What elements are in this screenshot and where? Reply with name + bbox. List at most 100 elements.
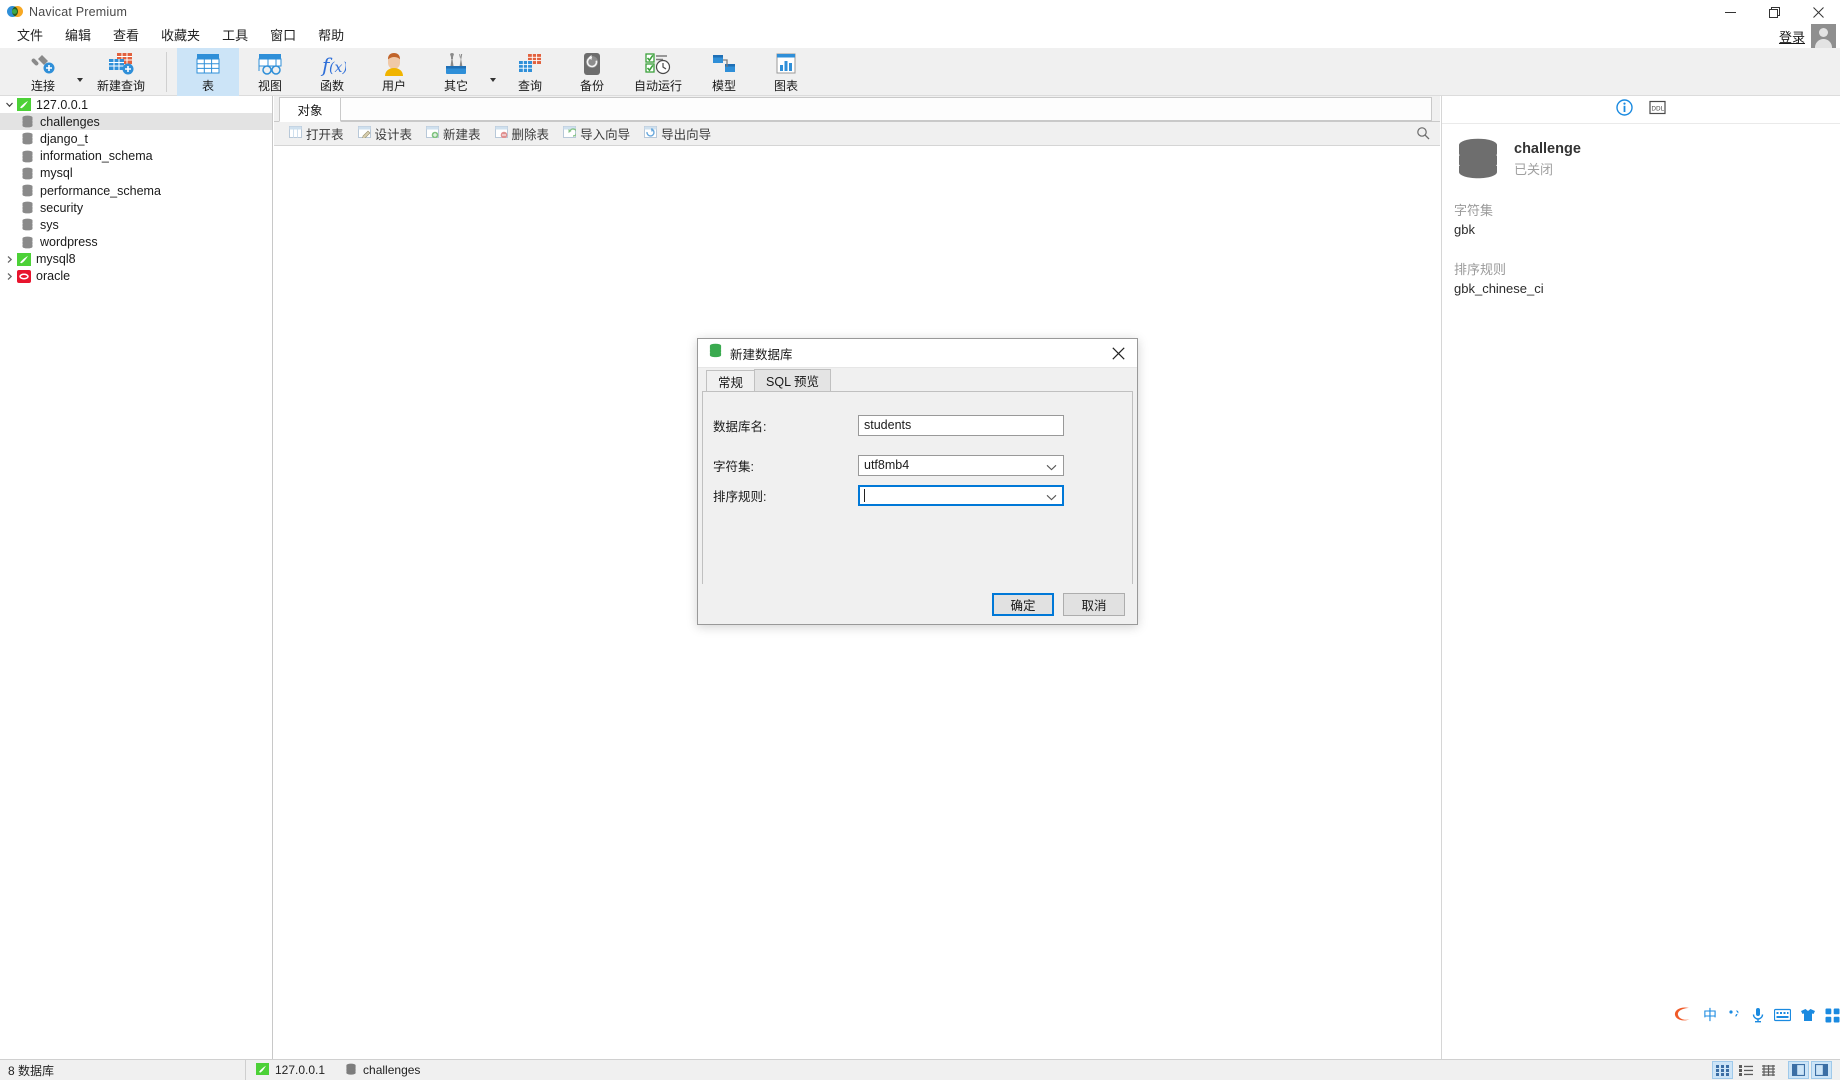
tree-database-sys[interactable]: sys	[0, 216, 272, 233]
list-view-icon[interactable]	[1735, 1061, 1756, 1079]
status-database-label: challenges	[363, 1063, 421, 1077]
tree-database-django-t[interactable]: django_t	[0, 130, 272, 147]
ribbon-label-user: 用户	[381, 79, 406, 93]
dialog-tab-general[interactable]: 常规	[706, 370, 756, 392]
voice-input-icon[interactable]	[1751, 1007, 1765, 1023]
menu-edit[interactable]: 编辑	[54, 25, 102, 47]
chevron-right-icon[interactable]	[2, 272, 16, 281]
connection-tree-sidebar[interactable]: 127.0.0.1 challenges django_t informatio…	[0, 96, 273, 1059]
search-icon[interactable]	[1416, 126, 1430, 145]
ribbon-button-function[interactable]: f (x) 函数	[301, 48, 363, 96]
collation-select[interactable]	[858, 484, 1064, 506]
info-panel-status: 已关闭	[1514, 161, 1554, 177]
menu-window[interactable]: 窗口	[259, 25, 307, 47]
ribbon-label-table: 表	[201, 79, 214, 93]
other-dropdown-caret-icon[interactable]	[487, 48, 499, 96]
tree-connection-oracle[interactable]: oracle	[0, 268, 272, 285]
chevron-right-icon[interactable]	[2, 255, 16, 264]
ribbon-button-connection[interactable]: 连接	[12, 48, 74, 96]
punctuation-icon[interactable]	[1728, 1007, 1742, 1023]
menu-favorites[interactable]: 收藏夹	[150, 25, 211, 47]
tree-label: wordpress	[40, 235, 98, 250]
ribbon-button-table[interactable]: 表	[177, 48, 239, 96]
chinese-mode-icon[interactable]: 中	[1703, 1007, 1719, 1023]
ribbon-label-function: 函数	[319, 79, 344, 93]
ribbon-button-view[interactable]: 视图	[239, 48, 301, 96]
import-wizard-button[interactable]: 导入向导	[556, 122, 637, 145]
grid-view-icon[interactable]	[1712, 1061, 1733, 1079]
database-name-input[interactable]: students	[858, 414, 1064, 436]
menu-tools[interactable]: 工具	[211, 25, 259, 47]
info-panel: DDL challenge 已关闭 字符集 gbk 排序规则 gbk_chine…	[1441, 96, 1840, 1059]
tree-database-challenges[interactable]: challenges	[0, 113, 272, 131]
status-connection: 127.0.0.1	[246, 1060, 335, 1080]
tab-objects[interactable]: 对象	[279, 97, 341, 122]
close-icon[interactable]	[1099, 339, 1137, 367]
menu-file[interactable]: 文件	[6, 25, 54, 47]
design-table-button[interactable]: 设计表	[351, 122, 420, 145]
sogou-logo-icon[interactable]	[1672, 1005, 1694, 1025]
delete-table-button[interactable]: 删除表	[488, 122, 557, 145]
dialog-tab-sql-preview[interactable]: SQL 预览	[754, 369, 832, 391]
tree-database-security[interactable]: security	[0, 199, 272, 216]
skin-icon[interactable]	[1800, 1008, 1816, 1022]
open-table-button[interactable]: 打开表	[282, 122, 351, 145]
close-button[interactable]	[1796, 0, 1840, 24]
detail-view-icon[interactable]	[1758, 1061, 1779, 1079]
user-icon	[380, 50, 408, 78]
ribbon-button-query[interactable]: 查询	[499, 48, 561, 96]
mysql-connection-icon	[16, 252, 31, 266]
right-pane-toggle-icon[interactable]	[1811, 1061, 1832, 1079]
ribbon-label-connection: 连接	[30, 79, 55, 93]
menu-view[interactable]: 查看	[102, 25, 150, 47]
login-link[interactable]: 登录	[1779, 27, 1805, 46]
tree-database-information-schema[interactable]: information_schema	[0, 148, 272, 165]
left-pane-toggle-icon[interactable]	[1788, 1061, 1809, 1079]
delete-table-icon	[494, 126, 508, 141]
info-panel-title: challenge	[1514, 140, 1581, 157]
connection-dropdown-caret-icon[interactable]	[74, 48, 86, 96]
ribbon-button-new-query[interactable]: 新建查询	[86, 48, 156, 96]
menu-help[interactable]: 帮助	[307, 25, 355, 47]
function-icon: f (x)	[318, 50, 346, 78]
tree-label: sys	[40, 217, 59, 232]
ribbon-button-backup[interactable]: 备份	[561, 48, 623, 96]
database-icon	[1454, 138, 1502, 180]
minimize-button[interactable]	[1708, 0, 1752, 24]
ribbon-button-model[interactable]: 模型	[693, 48, 755, 96]
app-logo-icon	[7, 4, 23, 20]
ribbon-button-chart[interactable]: 图表	[755, 48, 817, 96]
info-icon[interactable]	[1616, 98, 1633, 121]
dialog-title: 新建数据库	[730, 347, 793, 362]
charset-select[interactable]: utf8mb4	[858, 454, 1064, 476]
ok-button[interactable]: 确定	[992, 592, 1054, 616]
ribbon-button-automation[interactable]: 自动运行	[623, 48, 693, 96]
ribbon-button-other[interactable]: 其它	[425, 48, 487, 96]
tree-database-mysql[interactable]: mysql	[0, 165, 272, 182]
ribbon-separator	[166, 52, 167, 92]
avatar[interactable]	[1811, 23, 1836, 49]
tree-database-performance-schema[interactable]: performance_schema	[0, 182, 272, 199]
ddl-icon[interactable]: DDL	[1649, 99, 1666, 121]
toolbox-icon[interactable]	[1825, 1008, 1840, 1023]
chevron-down-icon[interactable]	[2, 100, 16, 109]
ribbon-button-user[interactable]: 用户	[363, 48, 425, 96]
ribbon-label-model: 模型	[711, 79, 736, 93]
tree-label: mysql	[40, 166, 73, 181]
maximize-button[interactable]	[1752, 0, 1796, 24]
cancel-button[interactable]: 取消	[1063, 592, 1125, 616]
export-wizard-button[interactable]: 导出向导	[637, 122, 718, 145]
database-icon	[345, 1063, 357, 1078]
tree-connection-127-0-0-1[interactable]: 127.0.0.1	[0, 96, 272, 113]
chevron-down-icon	[1046, 491, 1057, 505]
design-table-icon	[357, 126, 371, 141]
tree-connection-mysql8[interactable]: mysql8	[0, 251, 272, 268]
tree-label: performance_schema	[40, 183, 161, 198]
new-table-button[interactable]: 新建表	[419, 122, 488, 145]
tree-database-wordpress[interactable]: wordpress	[0, 234, 272, 251]
database-icon	[21, 218, 34, 231]
soft-keyboard-icon[interactable]	[1774, 1008, 1791, 1022]
model-icon	[710, 50, 738, 78]
ribbon-label-chart: 图表	[773, 79, 798, 93]
open-table-icon	[289, 126, 302, 141]
